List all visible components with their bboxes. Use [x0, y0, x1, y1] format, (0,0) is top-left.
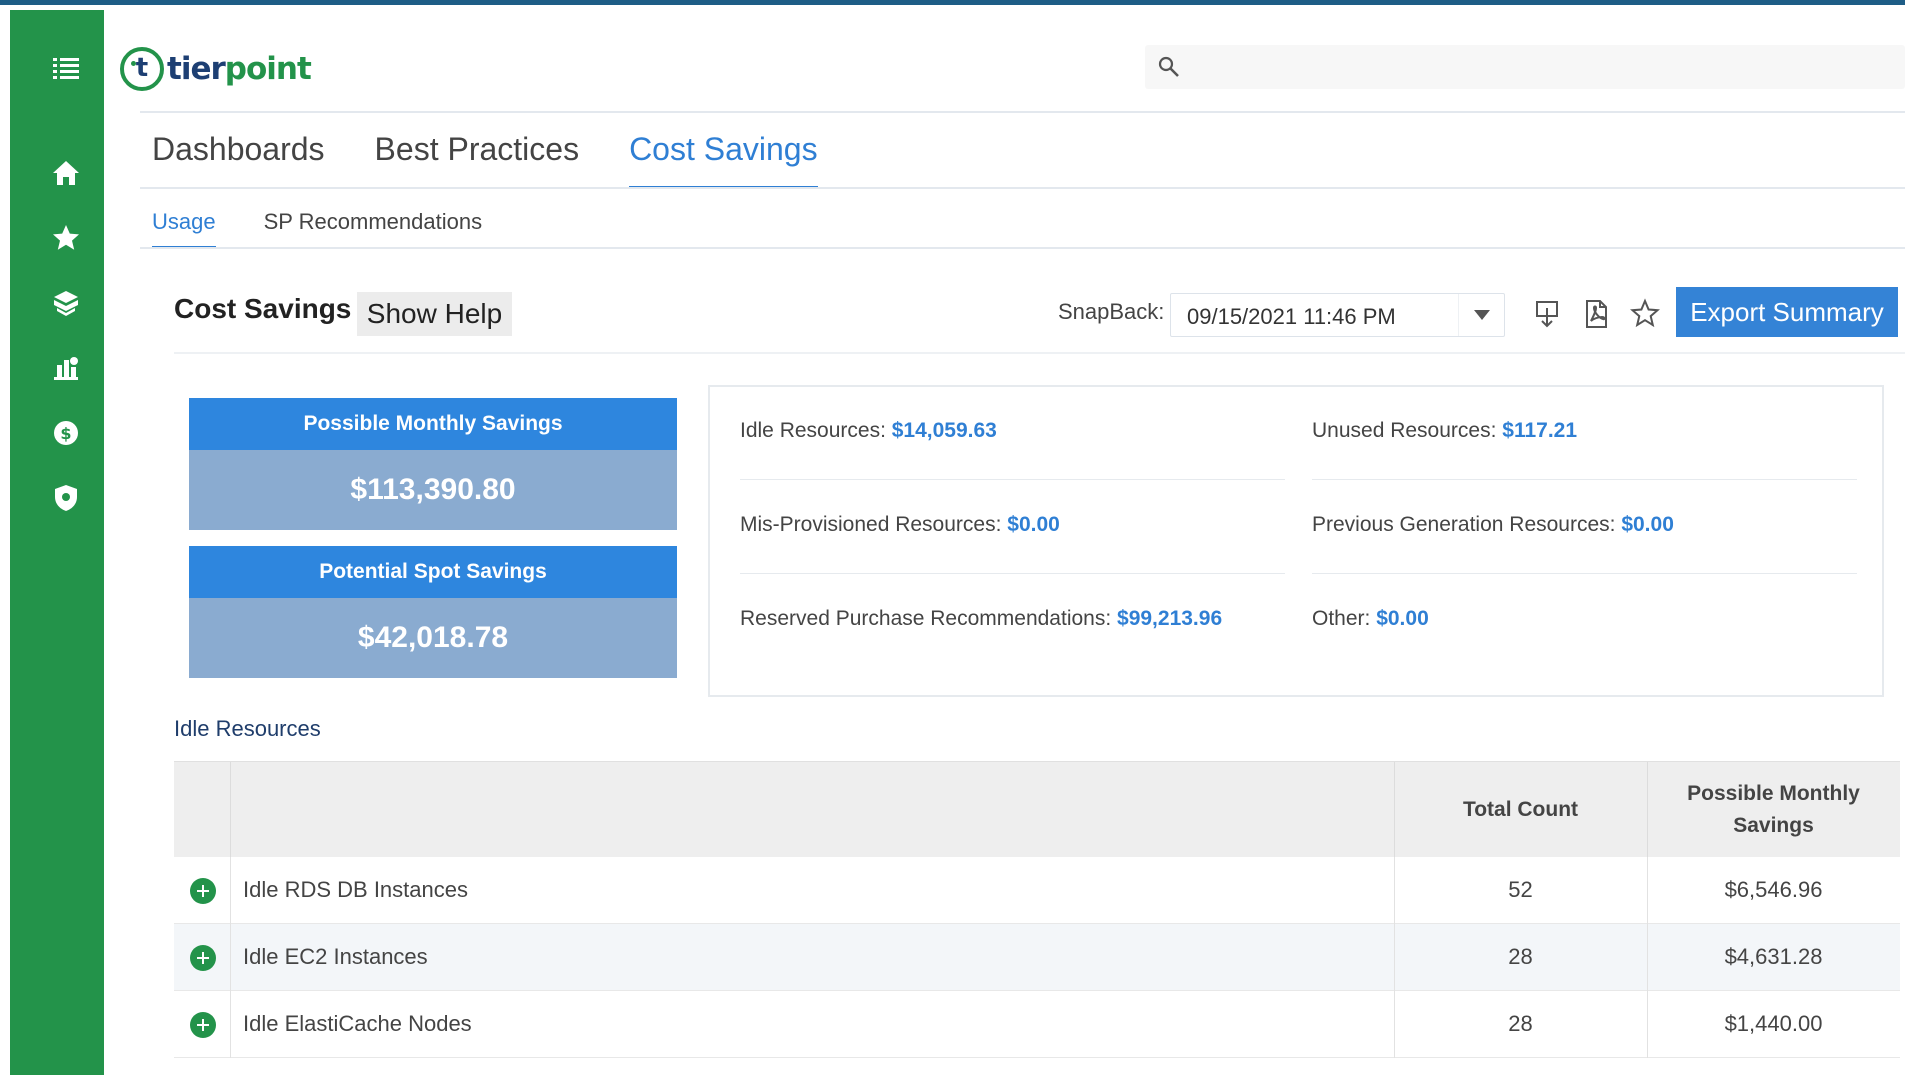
summary-previous-generation: Previous Generation Resources: $0.00	[1312, 513, 1674, 536]
svg-text:$: $	[60, 424, 71, 443]
column-divider	[230, 762, 231, 858]
summary-unused-resources: Unused Resources: $117.21	[1312, 419, 1578, 442]
app-frame: $ t tierpoint Dashboards Best Practices …	[0, 0, 1905, 1075]
snapback-select[interactable]: 09/15/2021 11:46 PM	[1170, 293, 1505, 337]
summary-other: Other: $0.00	[1312, 607, 1429, 630]
snapback-label: SnapBack:	[1058, 299, 1165, 324]
header-text: Possible Monthly	[1687, 782, 1860, 805]
sidebar: $	[10, 10, 104, 1075]
expand-plus-icon[interactable]	[190, 878, 216, 904]
sub-tabs: Usage SP Recommendations	[152, 205, 530, 249]
row-name: Idle EC2 Instances	[243, 944, 428, 969]
subtabs-divider	[140, 247, 1905, 249]
row-savings: $6,546.96	[1724, 877, 1823, 902]
summary-divider	[740, 479, 1285, 480]
subtab-sp-recommendations[interactable]: SP Recommendations	[264, 205, 483, 249]
page-title: Cost Savings	[174, 293, 352, 324]
tab-cost-savings[interactable]: Cost Savings	[629, 123, 818, 189]
row-count: 28	[1508, 1011, 1533, 1036]
summary-divider	[740, 573, 1285, 574]
row-name: Idle RDS DB Instances	[243, 877, 468, 902]
download-icon[interactable]	[1530, 295, 1564, 333]
summary-value[interactable]: $14,059.63	[892, 419, 997, 442]
row-count: 52	[1508, 877, 1533, 902]
chevron-down-icon[interactable]	[1458, 294, 1504, 336]
card-title: Potential Spot Savings	[189, 546, 677, 598]
table-row[interactable]: Idle EC2 Instances 28 $4,631.28	[174, 924, 1900, 991]
dollar-circle-icon[interactable]: $	[50, 417, 82, 449]
card-value: $113,390.80	[189, 450, 677, 530]
snapback-value: 09/15/2021 11:46 PM	[1187, 304, 1396, 329]
header-total-count[interactable]: Total Count	[1394, 762, 1647, 858]
header-divider	[140, 111, 1905, 113]
row-savings: $4,631.28	[1724, 944, 1823, 969]
card-value: $42,018.78	[189, 598, 677, 678]
summary-divider	[1312, 479, 1857, 480]
summary-value[interactable]: $0.00	[1621, 513, 1674, 536]
summary-divider	[1312, 573, 1857, 574]
column-divider	[230, 991, 231, 1058]
logo-mark: t	[120, 47, 164, 91]
header-possible-monthly-savings[interactable]: Possible Monthly Savings	[1647, 762, 1900, 858]
header-text: Savings	[1733, 814, 1814, 837]
building-icon[interactable]	[50, 352, 82, 384]
logo[interactable]: t tierpoint	[120, 45, 312, 93]
pdf-icon[interactable]	[1579, 295, 1613, 333]
column-divider	[230, 857, 231, 924]
card-title: Possible Monthly Savings	[189, 398, 677, 450]
summary-value[interactable]: $0.00	[1007, 513, 1060, 536]
tab-dashboards[interactable]: Dashboards	[152, 123, 325, 189]
search-icon	[1158, 56, 1179, 77]
home-icon[interactable]	[50, 157, 82, 189]
column-divider	[230, 924, 231, 991]
summary-reserved-purchase: Reserved Purchase Recommendations: $99,2…	[740, 607, 1223, 630]
row-savings: $1,440.00	[1724, 1011, 1823, 1036]
table-header: Total Count Possible Monthly Savings	[174, 761, 1900, 858]
toolbar-divider	[174, 352, 1905, 354]
shield-icon[interactable]	[50, 482, 82, 514]
summary-value[interactable]: $117.21	[1502, 419, 1577, 442]
row-count: 28	[1508, 944, 1533, 969]
star-icon[interactable]	[50, 222, 82, 254]
logo-text: tierpoint	[167, 51, 312, 87]
summary-mis-provisioned: Mis-Provisioned Resources: $0.00	[740, 513, 1060, 536]
summary-value[interactable]: $0.00	[1376, 607, 1429, 630]
subtab-usage[interactable]: Usage	[152, 205, 216, 249]
menu-icon[interactable]	[50, 52, 82, 84]
summary-value[interactable]: $99,213.96	[1117, 607, 1222, 630]
expand-plus-icon[interactable]	[190, 1012, 216, 1038]
main-tabs: Dashboards Best Practices Cost Savings	[152, 123, 868, 189]
idle-resources-title: Idle Resources	[174, 716, 321, 741]
export-summary-button[interactable]: Export Summary	[1676, 287, 1898, 337]
show-help-button[interactable]: Show Help	[357, 292, 512, 336]
summary-idle-resources: Idle Resources: $14,059.63	[740, 419, 997, 442]
idle-resources-table: Total Count Possible Monthly Savings Idl…	[174, 761, 1900, 1058]
cubes-icon[interactable]	[50, 287, 82, 319]
row-name: Idle ElastiCache Nodes	[243, 1011, 472, 1036]
tabs-divider	[140, 187, 1905, 189]
table-row[interactable]: Idle ElastiCache Nodes 28 $1,440.00	[174, 991, 1900, 1058]
search-bar[interactable]	[1145, 45, 1905, 89]
favorite-star-icon[interactable]	[1628, 295, 1662, 333]
possible-monthly-savings-card: Possible Monthly Savings $113,390.80	[189, 398, 677, 530]
savings-summary-panel: Idle Resources: $14,059.63 Unused Resour…	[708, 385, 1884, 697]
expand-plus-icon[interactable]	[190, 945, 216, 971]
table-row[interactable]: Idle RDS DB Instances 52 $6,546.96	[174, 857, 1900, 924]
tab-best-practices[interactable]: Best Practices	[375, 123, 580, 189]
potential-spot-savings-card: Potential Spot Savings $42,018.78	[189, 546, 677, 678]
